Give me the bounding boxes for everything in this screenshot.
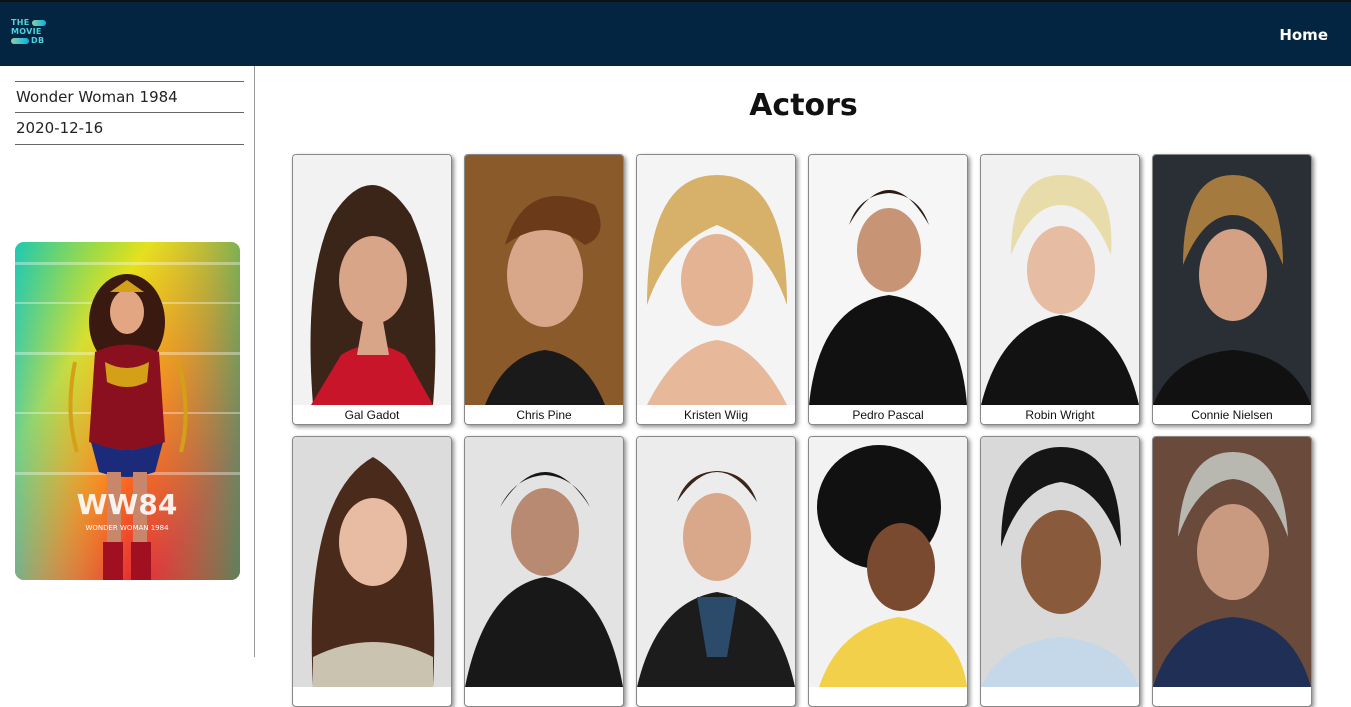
home-link[interactable]: Home <box>1279 26 1328 44</box>
actor-card[interactable] <box>808 436 968 707</box>
actor-name <box>637 688 795 706</box>
actor-card[interactable]: Chris Pine <box>464 154 624 425</box>
actor-card[interactable]: Pedro Pascal <box>808 154 968 425</box>
page-title: Actors <box>749 88 858 123</box>
poster-title-text: WW84 <box>77 488 178 521</box>
actor-photo <box>981 155 1139 405</box>
actor-photo <box>637 437 795 687</box>
movie-release-date: 2020-12-16 <box>15 112 244 143</box>
top-navbar: THE MOVIE DB Home <box>0 0 1351 66</box>
actor-photo <box>1153 155 1311 405</box>
actor-name <box>1153 688 1311 706</box>
actor-name <box>809 688 967 706</box>
actor-card[interactable]: Kristen Wiig <box>636 154 796 425</box>
logo-line-db: DB <box>31 36 45 45</box>
actor-card[interactable]: Connie Nielsen <box>1152 154 1312 425</box>
actor-photo <box>465 437 623 687</box>
logo-line-the: THE <box>11 18 30 27</box>
actor-photo <box>293 155 451 405</box>
actor-name: Connie Nielsen <box>1191 408 1273 422</box>
actor-photo <box>809 437 967 687</box>
tmdb-logo[interactable]: THE MOVIE DB <box>11 18 51 50</box>
actor-name <box>465 688 623 706</box>
actor-name: Chris Pine <box>516 408 572 422</box>
actor-name: Gal Gadot <box>344 408 400 422</box>
actor-card[interactable] <box>292 436 452 707</box>
actor-card[interactable] <box>980 436 1140 707</box>
actor-name: Kristen Wiig <box>683 408 748 422</box>
actor-photo <box>1153 437 1311 687</box>
actor-photo <box>637 155 795 405</box>
actor-photo <box>981 437 1139 687</box>
movie-poster: WW84 WONDER WOMAN 1984 <box>15 242 240 580</box>
actor-name <box>293 688 451 706</box>
actor-card[interactable] <box>636 436 796 707</box>
actor-photo <box>465 155 623 405</box>
actor-card[interactable]: Robin Wright <box>980 154 1140 425</box>
movie-title: Wonder Woman 1984 <box>15 81 244 112</box>
actor-card[interactable] <box>464 436 624 707</box>
actor-name <box>981 688 1139 706</box>
actor-photo <box>293 437 451 687</box>
poster-subtitle-text: WONDER WOMAN 1984 <box>85 524 169 532</box>
actor-name: Pedro Pascal <box>852 408 924 422</box>
logo-line-movie: MOVIE <box>11 27 42 36</box>
actor-card[interactable]: Gal Gadot <box>292 154 452 425</box>
actor-name: Robin Wright <box>1025 408 1095 422</box>
actor-photo <box>809 155 967 405</box>
sidebar-divider <box>15 144 244 145</box>
actor-card[interactable] <box>1152 436 1312 707</box>
